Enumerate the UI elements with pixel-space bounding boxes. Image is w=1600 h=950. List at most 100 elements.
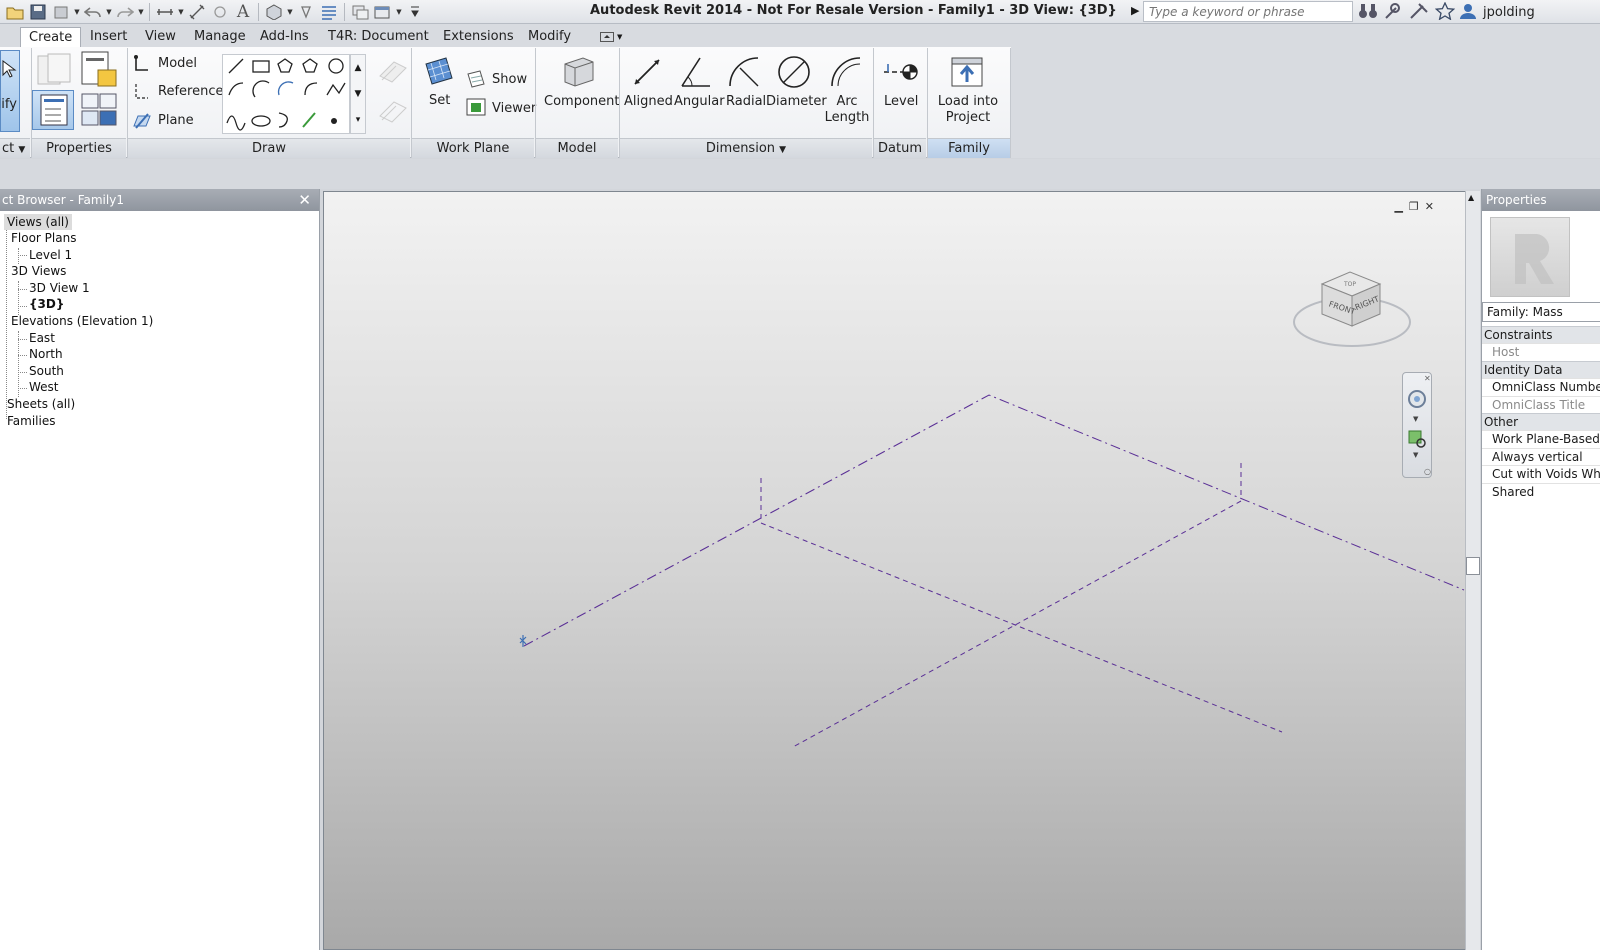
prop-shared[interactable]: Shared [1482, 483, 1600, 500]
draw-gallery-scroller[interactable]: ▲ ▼ ▾ [350, 54, 366, 134]
select-panel-title[interactable]: ct ▼ [0, 138, 30, 158]
tree-item-east[interactable]: East [29, 330, 55, 346]
aligned-dimension-icon[interactable] [186, 2, 208, 22]
steering-wheel-dropdown-icon[interactable]: ▼ [1413, 415, 1418, 423]
radial-label[interactable]: Radial [726, 94, 766, 110]
communication-center-icon[interactable] [1409, 2, 1431, 23]
reference-plane-icon[interactable] [132, 110, 152, 133]
work-plane-viewer-icon[interactable] [466, 98, 486, 119]
component-label[interactable]: Component [544, 94, 619, 110]
redo-icon[interactable] [114, 2, 136, 22]
tab-t4r-document[interactable]: T4R: Document [320, 27, 437, 48]
family-types-icon[interactable] [80, 50, 118, 93]
subscription-center-icon[interactable] [1383, 2, 1405, 23]
angular-dimension-icon[interactable] [678, 54, 714, 93]
measure-icon[interactable] [154, 2, 176, 22]
zoom-dropdown-icon[interactable]: ▼ [1413, 451, 1418, 459]
modify-button[interactable]: dify [0, 50, 20, 132]
set-label[interactable]: Set [429, 93, 450, 109]
viewer-label[interactable]: Viewer [492, 101, 536, 117]
tree-item-views-all[interactable]: Views (all) [4, 214, 72, 230]
ribbon-minimize-button[interactable]: ▼ [600, 29, 628, 45]
measure-dropdown-icon[interactable]: ▼ [177, 2, 185, 22]
customize-qat-icon[interactable] [404, 2, 426, 22]
group-other[interactable]: Other [1482, 413, 1600, 430]
tree-item-3d-view-1[interactable]: 3D View 1 [29, 280, 90, 296]
aligned-dimension-icon[interactable] [629, 54, 665, 93]
model-label[interactable]: Model [158, 56, 197, 72]
viewcube[interactable]: FRONT RIGHT TOP [1290, 262, 1416, 362]
tree-item-3d-views[interactable]: 3D Views [11, 263, 66, 279]
arc-length-label[interactable]: Arc Length [822, 94, 872, 126]
steering-wheel-icon[interactable] [1406, 387, 1430, 417]
level-icon[interactable] [882, 56, 920, 91]
open-icon[interactable] [4, 2, 26, 22]
close-view-icon[interactable]: ✕ [1425, 200, 1434, 213]
radial-dimension-icon[interactable] [726, 54, 762, 93]
tree-item-elevations[interactable]: Elevations (Elevation 1) [11, 313, 153, 329]
show-work-plane-icon[interactable] [466, 70, 486, 91]
user-icon[interactable] [1459, 2, 1477, 23]
thin-lines-icon[interactable] [318, 2, 340, 22]
viewport-vertical-scrollbar[interactable]: ▲ [1465, 191, 1480, 950]
scrollbar-thumb[interactable] [1466, 557, 1480, 575]
save-icon[interactable] [27, 2, 49, 22]
tag-icon[interactable] [209, 2, 231, 22]
redo-dropdown-icon[interactable]: ▼ [137, 2, 145, 22]
angular-label[interactable]: Angular [674, 94, 725, 110]
search-expand-icon[interactable]: ▶ [1131, 4, 1139, 17]
prop-always-vertical[interactable]: Always vertical [1482, 448, 1600, 465]
aligned-label[interactable]: Aligned [624, 94, 673, 110]
group-identity-data[interactable]: Identity Data [1482, 361, 1600, 378]
binoculars-icon[interactable] [1357, 2, 1379, 23]
dimension-panel-title[interactable]: Dimension ▼ [620, 138, 872, 158]
navbar-options-icon[interactable]: ○ [1424, 467, 1431, 476]
tab-view[interactable]: View [137, 27, 184, 48]
sync-icon[interactable] [50, 2, 72, 22]
tab-manage[interactable]: Manage [186, 27, 254, 48]
text-icon[interactable]: A [232, 2, 254, 22]
tree-item-west[interactable]: West [29, 379, 59, 395]
tree-item-floor-plans[interactable]: Floor Plans [11, 230, 76, 246]
tab-create[interactable]: Create [20, 27, 82, 48]
plane-label[interactable]: Plane [158, 113, 194, 129]
tree-item-3d-default[interactable]: {3D} [29, 296, 64, 312]
3d-view-dropdown-icon[interactable]: ▼ [286, 2, 294, 22]
tree-item-sheets[interactable]: Sheets (all) [7, 396, 75, 412]
tab-insert[interactable]: Insert [82, 27, 135, 48]
favorites-star-icon[interactable] [1434, 0, 1456, 23]
reference-label[interactable]: Reference [158, 84, 223, 100]
show-label[interactable]: Show [492, 72, 527, 88]
tab-extensions[interactable]: Extensions [435, 27, 522, 48]
switch-windows-icon[interactable] [372, 2, 394, 22]
scroll-up-icon[interactable]: ▲ [1468, 193, 1474, 202]
tree-item-north[interactable]: North [29, 346, 63, 362]
load-into-project-label[interactable]: Load into Project [932, 94, 1004, 126]
tree-item-level-1[interactable]: Level 1 [29, 247, 72, 263]
properties-button[interactable] [32, 90, 74, 130]
type-selector[interactable]: Family: Mass [1482, 302, 1600, 322]
tree-item-south[interactable]: South [29, 363, 64, 379]
tab-add-ins[interactable]: Add-Ins [252, 27, 317, 48]
close-icon[interactable]: ✕ [298, 189, 311, 211]
tab-modify[interactable]: Modify [520, 27, 579, 48]
tree-item-families[interactable]: Families [7, 413, 55, 429]
prop-work-plane-based[interactable]: Work Plane-Based [1482, 430, 1600, 447]
default-3d-view-icon[interactable] [263, 2, 285, 22]
group-constraints[interactable]: Constraints [1482, 326, 1600, 343]
reference-line-icon[interactable] [132, 82, 152, 105]
diameter-dimension-icon[interactable] [776, 54, 812, 93]
prop-cut-with-voids[interactable]: Cut with Voids Whe [1482, 465, 1600, 482]
family-category-icon[interactable] [36, 52, 72, 91]
solid-form-icon[interactable] [374, 54, 410, 93]
switch-windows-dropdown-icon[interactable]: ▼ [395, 2, 403, 22]
diameter-label[interactable]: Diameter [766, 94, 827, 110]
level-label[interactable]: Level [884, 94, 918, 110]
3d-view-canvas[interactable]: ▁ ❐ ✕ FRONT RIGHT TOP ✕ ▼ ▼ ○ [323, 191, 1475, 950]
zoom-region-icon[interactable] [1407, 429, 1429, 451]
user-name[interactable]: jpolding [1483, 5, 1535, 20]
undo-icon[interactable] [82, 2, 104, 22]
arc-length-dimension-icon[interactable] [828, 54, 864, 93]
component-icon[interactable] [561, 54, 597, 93]
load-into-project-icon[interactable] [950, 54, 986, 93]
